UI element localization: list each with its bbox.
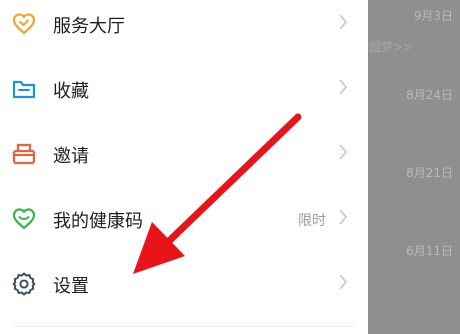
annotation-arrow [133, 113, 302, 274]
